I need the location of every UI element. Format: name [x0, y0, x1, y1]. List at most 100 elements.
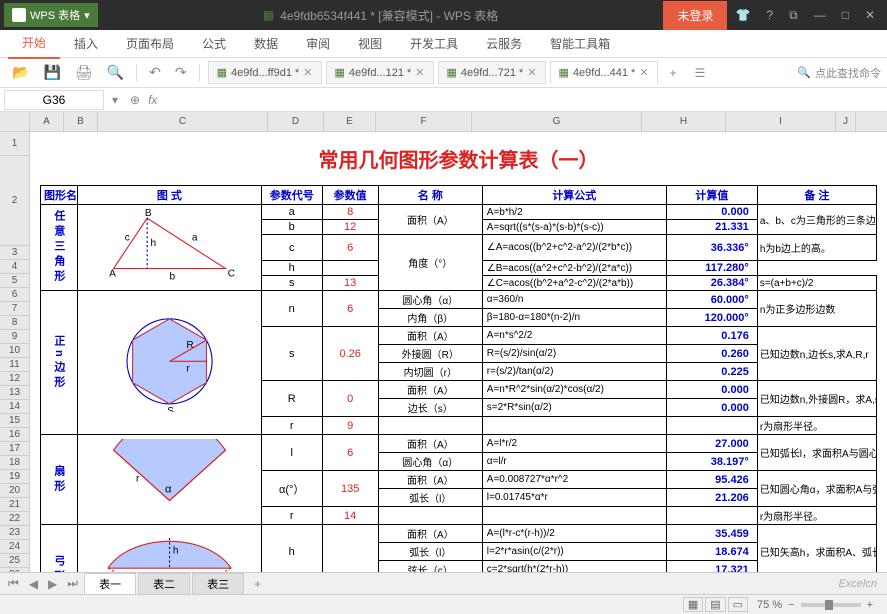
row-header[interactable]: 7	[0, 302, 29, 316]
doc-tab[interactable]: ▦4e9fd...121 *✕	[326, 61, 434, 84]
param-val[interactable]: 8	[322, 205, 378, 220]
param-code[interactable]: c	[261, 235, 322, 261]
row-header[interactable]: 25	[0, 554, 29, 568]
row-header[interactable]: 20	[0, 484, 29, 498]
col-header[interactable]: C	[98, 112, 268, 131]
col-header[interactable]: A	[30, 112, 64, 131]
param-code[interactable]: h	[261, 261, 322, 276]
menu-插入[interactable]: 插入	[60, 29, 112, 58]
tab-list-button[interactable]: ☰	[687, 62, 714, 84]
zoom-slider[interactable]	[801, 603, 861, 607]
param-val[interactable]: 6	[322, 435, 378, 471]
sheet-prev-icon[interactable]: ◀	[25, 577, 42, 591]
doc-tab[interactable]: ▦4e9fd...721 *✕	[438, 61, 546, 84]
param-code[interactable]: b	[261, 220, 322, 235]
restore-icon[interactable]: ⧉	[781, 2, 806, 29]
command-search[interactable]: 🔍 点此查找命令	[797, 65, 881, 81]
param-val[interactable]: 135	[322, 471, 378, 507]
help-icon[interactable]: ?	[758, 2, 781, 29]
sheet-first-icon[interactable]: ⏮	[4, 576, 23, 591]
name-box[interactable]: G36	[4, 90, 104, 110]
param-val[interactable]: 13	[322, 276, 378, 291]
sheet-tab[interactable]: 表二	[138, 573, 190, 595]
zoom-in-button[interactable]: +	[867, 599, 873, 611]
open-icon[interactable]: 📂	[6, 60, 35, 85]
row-header[interactable]: 22	[0, 512, 29, 526]
row-header[interactable]: 10	[0, 344, 29, 358]
preview-icon[interactable]: 🔍	[101, 60, 130, 85]
param-code[interactable]: r	[261, 507, 322, 525]
param-code[interactable]: R	[261, 381, 322, 417]
function-icon[interactable]: ⊕	[122, 93, 148, 107]
maximize-icon[interactable]: □	[834, 2, 857, 29]
param-code[interactable]: n	[261, 291, 322, 327]
sheet-tab[interactable]: 表一	[84, 573, 136, 595]
sheet-last-icon[interactable]: ⏭	[63, 576, 82, 591]
menu-视图[interactable]: 视图	[344, 29, 396, 58]
param-val[interactable]: 0.26	[322, 327, 378, 381]
param-val[interactable]	[322, 261, 378, 276]
menu-公式[interactable]: 公式	[188, 29, 240, 58]
row-header[interactable]: 6	[0, 288, 29, 302]
param-val[interactable]: 6	[322, 291, 378, 327]
formula-input[interactable]	[163, 91, 887, 109]
row-header[interactable]: 11	[0, 358, 29, 372]
col-header[interactable]: E	[324, 112, 376, 131]
view-break-button[interactable]: ▭	[728, 597, 748, 612]
close-tab-icon[interactable]: ✕	[527, 66, 536, 79]
param-val[interactable]: 6	[322, 235, 378, 261]
col-header[interactable]: G	[472, 112, 642, 131]
zoom-out-button[interactable]: −	[788, 599, 794, 611]
print-icon[interactable]: 🖨	[69, 60, 99, 85]
doc-tab[interactable]: ▦4e9fd...441 *✕	[550, 61, 658, 84]
add-tab-button[interactable]: +	[662, 62, 685, 84]
namebox-dropdown-icon[interactable]: ▾	[108, 93, 122, 107]
param-code[interactable]: s	[261, 276, 322, 291]
save-icon[interactable]: 💾	[37, 60, 66, 85]
row-header[interactable]: 1	[0, 132, 29, 156]
param-code[interactable]: h	[261, 525, 322, 579]
col-header[interactable]: F	[376, 112, 472, 131]
menu-审阅[interactable]: 审阅	[292, 29, 344, 58]
row-header[interactable]: 4	[0, 260, 29, 274]
param-code[interactable]: a	[261, 205, 322, 220]
param-val[interactable]: 9	[322, 417, 378, 435]
param-val[interactable]: 14	[322, 507, 378, 525]
login-button[interactable]: 未登录	[663, 1, 727, 30]
param-val[interactable]: 0	[322, 381, 378, 417]
col-header[interactable]: I	[726, 112, 836, 131]
minimize-icon[interactable]: —	[806, 2, 834, 29]
sheet-next-icon[interactable]: ▶	[44, 577, 61, 591]
param-val[interactable]	[322, 525, 378, 579]
doc-tab[interactable]: ▦4e9fd...ff9d1 *✕	[208, 61, 322, 84]
param-code[interactable]: l	[261, 435, 322, 471]
col-header[interactable]: B	[64, 112, 98, 131]
skin-icon[interactable]: 👕	[727, 2, 758, 29]
close-tab-icon[interactable]: ✕	[303, 66, 312, 79]
row-header[interactable]: 18	[0, 456, 29, 470]
view-page-button[interactable]: ▤	[705, 597, 725, 612]
menu-智能工具箱[interactable]: 智能工具箱	[536, 29, 624, 58]
param-val[interactable]: 12	[322, 220, 378, 235]
close-tab-icon[interactable]: ✕	[639, 66, 648, 79]
row-header[interactable]: 21	[0, 498, 29, 512]
view-normal-button[interactable]: ▦	[683, 597, 703, 612]
row-header[interactable]: 13	[0, 386, 29, 400]
add-sheet-button[interactable]: +	[246, 575, 269, 593]
row-header[interactable]: 23	[0, 526, 29, 540]
close-icon[interactable]: ✕	[857, 2, 883, 29]
row-header[interactable]: 12	[0, 372, 29, 386]
undo-icon[interactable]: ↶	[143, 60, 167, 85]
row-header[interactable]: 16	[0, 428, 29, 442]
row-header[interactable]: 15	[0, 414, 29, 428]
row-header[interactable]: 17	[0, 442, 29, 456]
param-code[interactable]: α(°）	[261, 471, 322, 507]
param-code[interactable]: r	[261, 417, 322, 435]
row-header[interactable]: 8	[0, 316, 29, 330]
param-code[interactable]: s	[261, 327, 322, 381]
select-all-corner[interactable]	[0, 112, 29, 132]
col-header[interactable]: H	[642, 112, 726, 131]
row-header[interactable]: 24	[0, 540, 29, 554]
row-header[interactable]: 19	[0, 470, 29, 484]
menu-数据[interactable]: 数据	[240, 29, 292, 58]
